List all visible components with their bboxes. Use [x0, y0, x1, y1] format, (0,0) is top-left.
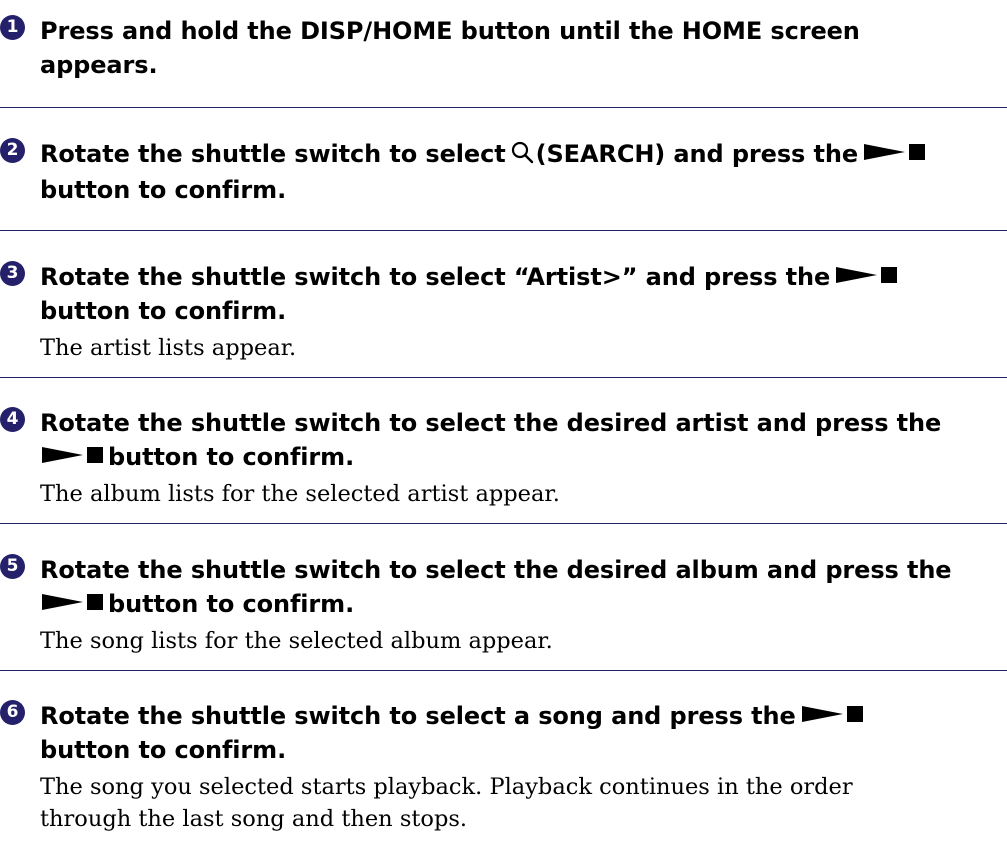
step-title-line: button to confirm.	[40, 176, 287, 204]
step-title: Rotate the shuttle switch to select the …	[40, 553, 1005, 621]
step-description-line: through the last song and then stops.	[40, 806, 468, 832]
step-title-line: button to confirm.	[40, 736, 287, 764]
step-title-line: Press and hold the DISP/HOME button unti…	[40, 17, 860, 45]
step-title: Rotate the shuttle switch to select “Art…	[40, 260, 1005, 328]
search-icon	[510, 139, 534, 173]
step-number-badge: 5	[0, 554, 25, 579]
step-number-badge: 3	[0, 261, 25, 286]
step-number-badge: 2	[0, 138, 25, 163]
step-title-line: Rotate the shuttle switch to select (SEAR…	[40, 137, 1005, 173]
step-description: The artist lists appear.	[40, 335, 297, 361]
step-title-line: button to confirm.	[40, 587, 1005, 621]
divider	[0, 377, 1007, 378]
step-number-badge: 6	[0, 700, 25, 725]
step-title: Rotate the shuttle switch to select the …	[40, 406, 1005, 474]
play-stop-icon	[834, 260, 898, 294]
divider	[0, 107, 1007, 108]
step-title-line: Rotate the shuttle switch to select a so…	[40, 699, 1005, 733]
step-description: The album lists for the selected artist …	[40, 481, 560, 507]
play-stop-icon	[862, 137, 926, 171]
step-title-text: Rotate the shuttle switch to select “Art…	[40, 263, 831, 291]
step-title-line: button to confirm.	[40, 440, 1005, 474]
step-title: Rotate the shuttle switch to select a so…	[40, 699, 1005, 767]
step-number-badge: 1	[0, 15, 25, 40]
step-title: Press and hold the DISP/HOME button unti…	[40, 14, 1005, 82]
divider	[0, 523, 1007, 524]
step-title-line: Rotate the shuttle switch to select the …	[40, 409, 942, 437]
step-title-line: Rotate the shuttle switch to select “Art…	[40, 260, 1005, 294]
step-title-text: Rotate the shuttle switch to select	[40, 140, 506, 168]
play-stop-icon	[40, 587, 104, 621]
step-description-line: The song you selected starts playback. P…	[40, 774, 853, 800]
step-title-text: Rotate the shuttle switch to select a so…	[40, 702, 796, 730]
step-number-badge: 4	[0, 407, 25, 432]
step-title-line: button to confirm.	[40, 297, 287, 325]
divider	[0, 670, 1007, 671]
step-title-text: (SEARCH) and press the	[535, 140, 859, 168]
step-title-text: button to confirm.	[108, 590, 355, 618]
step-title: Rotate the shuttle switch to select (SEAR…	[40, 137, 1005, 207]
step-description: The song you selected starts playback. P…	[40, 771, 1005, 835]
step-description: The song lists for the selected album ap…	[40, 628, 553, 654]
step-title-text: button to confirm.	[108, 443, 355, 471]
play-stop-icon	[800, 699, 864, 733]
step-title-line: Rotate the shuttle switch to select the …	[40, 556, 952, 584]
step-title-line: appears.	[40, 51, 158, 79]
play-stop-icon	[40, 440, 104, 474]
divider	[0, 230, 1007, 231]
